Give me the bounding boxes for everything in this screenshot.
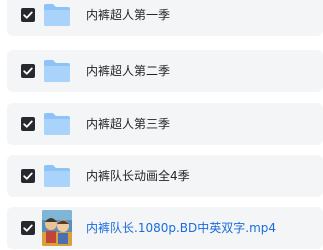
file-name[interactable]: 内裤队长动画全4季: [86, 167, 190, 185]
folder-icon: [44, 113, 70, 135]
checkbox-checked-icon[interactable]: [21, 169, 35, 183]
checkbox-checked-icon[interactable]: [21, 117, 35, 131]
file-list: 内裤超人第一季 内裤超人第二季 内裤超人第三季 内裤队长动画全4季 内裤队长.1…: [0, 0, 323, 250]
checkbox-checked-icon[interactable]: [21, 8, 35, 22]
file-row-folder-2[interactable]: 内裤超人第二季: [7, 50, 323, 92]
checkbox-checked-icon[interactable]: [21, 64, 35, 78]
folder-icon: [44, 4, 70, 26]
checkbox-checked-icon[interactable]: [21, 221, 35, 235]
file-row-video[interactable]: 内裤队长.1080p.BD中英双字.mp4: [7, 207, 323, 249]
file-row-folder-1[interactable]: 内裤超人第一季: [7, 0, 323, 36]
file-row-folder-4[interactable]: 内裤队长动画全4季: [7, 155, 323, 197]
file-name[interactable]: 内裤超人第三季: [86, 115, 170, 133]
file-name[interactable]: 内裤超人第一季: [86, 6, 170, 24]
file-name[interactable]: 内裤超人第二季: [86, 62, 170, 80]
folder-icon: [44, 60, 70, 82]
file-row-folder-3[interactable]: 内裤超人第三季: [7, 103, 323, 145]
video-thumbnail-icon: [42, 210, 72, 246]
file-name-link[interactable]: 内裤队长.1080p.BD中英双字.mp4: [86, 219, 276, 237]
folder-icon: [44, 165, 70, 187]
